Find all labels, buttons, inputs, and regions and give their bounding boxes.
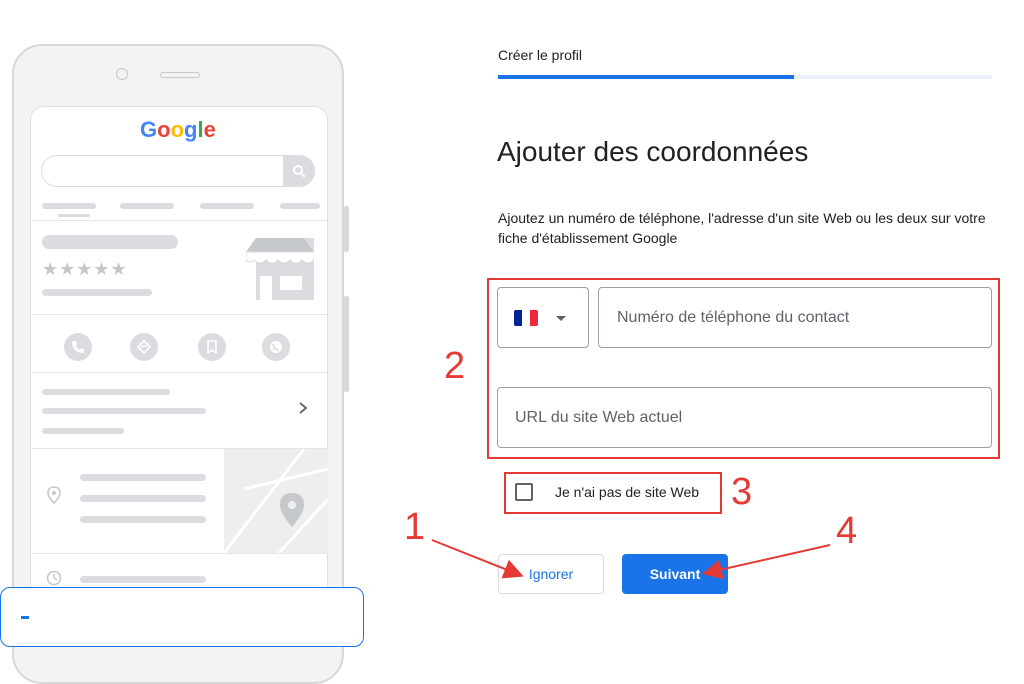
- arrow-4: [702, 544, 831, 580]
- annotation-arrows: [431, 539, 831, 580]
- arrow-1: [431, 539, 524, 579]
